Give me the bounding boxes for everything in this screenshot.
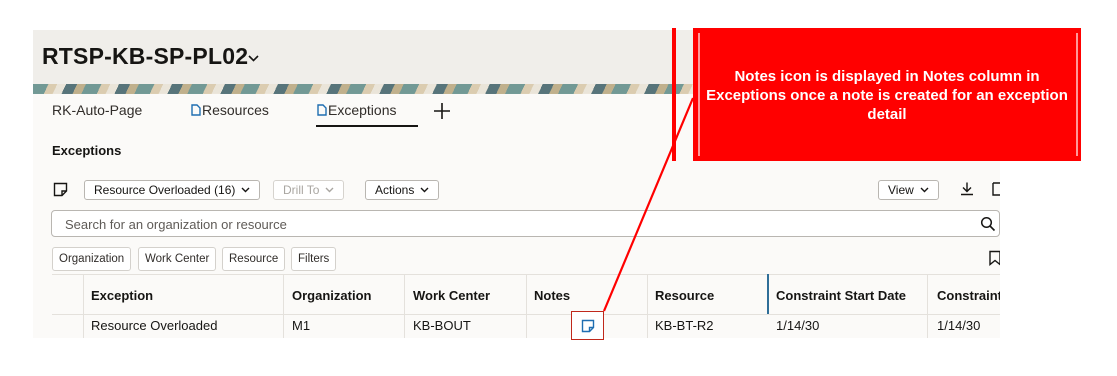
callout-text: Notes icon is displayed in Notes column … (706, 68, 1068, 123)
column-divider (526, 274, 527, 338)
chevron-down-icon[interactable] (247, 52, 260, 65)
actions-button[interactable]: Actions (365, 180, 440, 200)
column-divider (927, 274, 928, 338)
column-header-organization[interactable]: Organization (292, 288, 371, 303)
column-header-exception[interactable]: Exception (91, 288, 153, 303)
search-placeholder: Search for an organization or resource (65, 217, 287, 232)
bookmark-icon[interactable] (988, 250, 1000, 266)
filter-chip-organization[interactable]: Organization (52, 247, 132, 271)
document-icon (317, 104, 327, 116)
column-header-constraint[interactable]: Constraint (937, 288, 1000, 303)
column-header-constraint-start-date[interactable]: Constraint Start Date (776, 288, 906, 303)
callout-bar (672, 28, 676, 161)
chevron-down-icon (420, 187, 429, 193)
note-icon[interactable] (581, 319, 595, 333)
cell-resource: KB-BT-R2 (655, 318, 714, 333)
tab-rk-auto-page[interactable]: RK-Auto-Page (52, 102, 142, 118)
tab-resources[interactable]: Resources (191, 102, 269, 118)
download-icon[interactable] (959, 181, 975, 197)
filter-chip-work-center[interactable]: Work Center (138, 247, 217, 271)
page-title: RTSP-KB-SP-PL02 (42, 43, 249, 69)
cell-constraint-end-date: 1/14/30 (937, 318, 981, 333)
drill-to-button[interactable]: Drill To (273, 180, 345, 200)
section-title: Exceptions (52, 143, 122, 158)
cell-organization: M1 (292, 318, 311, 333)
tab-label: RK-Auto-Page (52, 102, 143, 118)
detach-icon[interactable] (991, 181, 1000, 197)
callout-border (1076, 33, 1078, 156)
tab-label: Resources (202, 102, 269, 118)
search-icon[interactable] (980, 216, 996, 232)
callout-box: Notes icon is displayed in Notes column … (693, 28, 1081, 161)
callout-border (698, 33, 700, 156)
chip-label: Organization (59, 253, 125, 265)
search-input[interactable]: Search for an organization or resource (51, 210, 1000, 237)
view-button[interactable]: View (878, 180, 939, 200)
chevron-down-icon (920, 187, 929, 193)
column-divider (404, 274, 405, 338)
tab-label: Exceptions (328, 102, 397, 118)
cell-constraint-start-date: 1/14/30 (776, 318, 820, 333)
note-icon[interactable] (53, 182, 68, 197)
chevron-down-icon (325, 187, 334, 193)
chevron-down-icon (241, 187, 250, 193)
column-divider (647, 274, 648, 338)
column-header-work-center[interactable]: Work Center (413, 288, 490, 303)
filter-chip-resource[interactable]: Resource (222, 247, 286, 271)
active-tab-indicator (316, 125, 418, 127)
button-label: Actions (375, 183, 415, 197)
chip-label: Filters (298, 253, 330, 265)
select-value: Resource Overloaded (16) (94, 183, 236, 197)
button-label: View (888, 183, 914, 197)
notes-cell-highlight[interactable] (571, 311, 604, 340)
filter-chip-filters[interactable]: Filters (291, 247, 337, 271)
tab-exceptions[interactable]: Exceptions (317, 102, 396, 118)
column-divider (83, 274, 84, 338)
add-tab-icon[interactable] (431, 100, 453, 122)
chip-label: Work Center (145, 253, 210, 265)
column-divider (283, 274, 284, 338)
cell-exception: Resource Overloaded (91, 318, 218, 333)
cell-work-center: KB-BOUT (413, 318, 471, 333)
resource-overloaded-select[interactable]: Resource Overloaded (16) (84, 180, 261, 200)
document-icon (191, 104, 201, 116)
column-header-notes[interactable]: Notes (534, 288, 570, 303)
column-header-resource[interactable]: Resource (655, 288, 714, 303)
frozen-column-marker[interactable] (767, 274, 769, 314)
button-label: Drill To (283, 183, 320, 197)
chip-label: Resource (229, 253, 279, 265)
